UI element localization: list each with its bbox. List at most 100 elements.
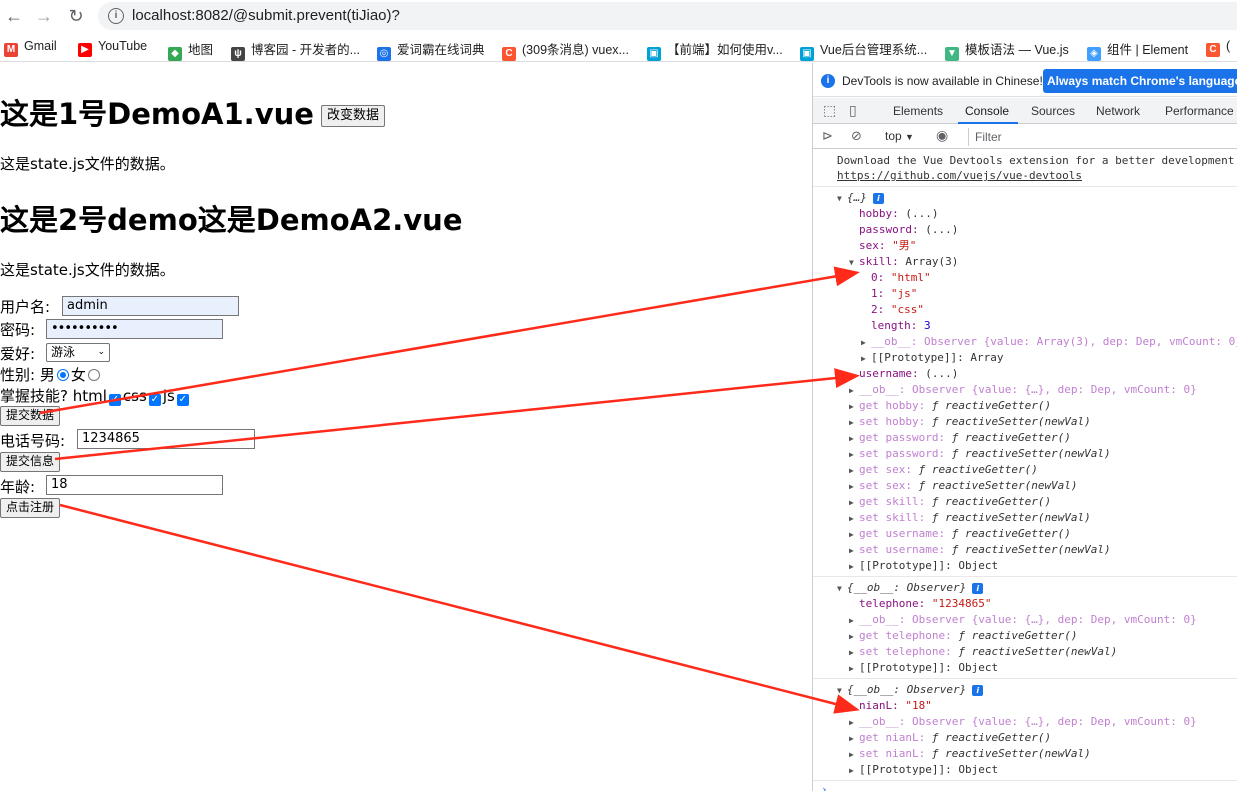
forward-icon[interactable]: →: [32, 4, 56, 28]
collapsed-triangle-icon: ▶: [861, 338, 866, 347]
collapsed-triangle-icon: ▶: [849, 616, 854, 625]
skill-css-checkbox[interactable]: ✓: [148, 394, 161, 406]
back-icon[interactable]: ←: [2, 4, 26, 28]
age-input[interactable]: 18: [46, 475, 223, 495]
skill-html-checkbox[interactable]: ✓: [108, 394, 121, 406]
submit-data-button[interactable]: 提交数据: [0, 406, 61, 426]
tab-elements[interactable]: Elements: [893, 104, 943, 118]
obj2-observer[interactable]: ▶ __ob__: Observer {value: {…}, dep: Dep,…: [849, 612, 1197, 628]
console-toolbar: ⊳ ⊘ top ▼ ◉ Filter: [813, 125, 1237, 149]
accessor-value: ƒ reactiveSetter(newVal): [931, 511, 1091, 524]
prop-skill[interactable]: ▼ skill: Array(3): [849, 254, 958, 270]
info-icon: i: [821, 74, 835, 88]
accessor-row[interactable]: ▶ set hobby: ƒ reactiveSetter(newVal): [849, 414, 1091, 430]
tab-console[interactable]: Console: [965, 104, 1009, 118]
accessor-value: ƒ reactiveGetter(): [931, 495, 1052, 508]
password-label: 密码:: [0, 321, 36, 339]
clear-console-icon[interactable]: ⊘: [851, 128, 862, 144]
live-expression-eye-icon[interactable]: ◉: [936, 127, 948, 144]
bookmark-label: YouTube: [98, 39, 148, 53]
console-filter-input[interactable]: Filter: [968, 128, 1237, 146]
accessor-row[interactable]: ▶ get skill: ƒ reactiveGetter(): [849, 494, 1051, 510]
tab-sources[interactable]: Sources: [1031, 104, 1075, 118]
console-object-1-header[interactable]: ▼ {…} i: [837, 190, 884, 206]
bookmark-item[interactable]: M Gmail: [4, 39, 57, 57]
obj1-prototype[interactable]: ▶ [[Prototype]]: Object: [849, 558, 998, 574]
match-language-button[interactable]: Always match Chrome's language: [1043, 69, 1237, 93]
collapsed-triangle-icon: ▶: [849, 482, 854, 491]
accessor-row[interactable]: ▶ set username: ƒ reactiveSetter(newVal): [849, 542, 1111, 558]
accessor-value: ƒ reactiveSetter(newVal): [951, 543, 1111, 556]
tab-performance[interactable]: Performance: [1165, 104, 1234, 118]
obj3-getter[interactable]: ▶ get nianL: ƒ reactiveGetter(): [849, 730, 1051, 746]
accessor-row[interactable]: ▶ get username: ƒ reactiveGetter(): [849, 526, 1071, 542]
obj3-prototype[interactable]: ▶ [[Prototype]]: Object: [849, 762, 998, 778]
accessor-row[interactable]: ▶ set password: ƒ reactiveSetter(newVal): [849, 446, 1111, 462]
skill-length: length: 3: [871, 319, 931, 332]
password-input[interactable]: ••••••••••: [46, 319, 223, 339]
site-info-icon[interactable]: i: [108, 8, 124, 24]
bookmark-item[interactable]: ▶ YouTube: [78, 39, 147, 57]
prop-password[interactable]: password: (...): [859, 222, 958, 238]
username-input[interactable]: admin: [62, 296, 239, 316]
context-selector[interactable]: top ▼: [885, 129, 914, 143]
obj1-observer[interactable]: ▶ __ob__: Observer {value: {…}, dep: Dep,…: [849, 382, 1197, 398]
bookmark-item[interactable]: ◈ 组件 | Element: [1087, 39, 1188, 61]
devtools-panel: i DevTools is now available in Chinese! …: [812, 63, 1237, 791]
change-data-button[interactable]: 改变数据: [321, 105, 386, 127]
accessor-row[interactable]: ▶ set skill: ƒ reactiveSetter(newVal): [849, 510, 1091, 526]
obj2-setter[interactable]: ▶ set telephone: ƒ reactiveSetter(newVal): [849, 644, 1117, 660]
bookmark-item[interactable]: ▣ 【前端】如何使用v...: [647, 39, 783, 61]
inspect-element-icon[interactable]: ⬚: [823, 102, 836, 119]
accessor-row[interactable]: ▶ set sex: ƒ reactiveSetter(newVal): [849, 478, 1078, 494]
console-object-3-header[interactable]: ▼ {__ob__: Observer} i: [837, 682, 984, 698]
skill-css-label: css: [122, 387, 147, 405]
accessor-row[interactable]: ▶ get password: ƒ reactiveGetter(): [849, 430, 1071, 446]
sidebar-toggle-icon[interactable]: ⊳: [822, 128, 833, 144]
accessor-row[interactable]: ▶ get sex: ƒ reactiveGetter(): [849, 462, 1038, 478]
iciba-icon: ◎: [377, 47, 391, 61]
bookmark-item[interactable]: ◆ 地图: [168, 39, 213, 61]
phone-input[interactable]: 1234865: [77, 429, 255, 449]
bookmark-item[interactable]: ▼ 模板语法 — Vue.js: [945, 39, 1069, 61]
obj3-observer[interactable]: ▶ __ob__: Observer {value: {…}, dep: Dep,…: [849, 714, 1197, 730]
gender-male-radio[interactable]: [56, 369, 69, 381]
username-label: 用户名:: [0, 298, 51, 316]
vue-devtools-link[interactable]: https://github.com/vuejs/vue-devtools: [837, 168, 1082, 184]
state-text-1: 这是state.js文件的数据。: [0, 155, 175, 173]
obj2-getter[interactable]: ▶ get telephone: ƒ reactiveGetter(): [849, 628, 1078, 644]
skill-item-1: 1: "js": [871, 287, 918, 300]
prop-username[interactable]: username: (...): [859, 366, 958, 382]
bookmark-item[interactable]: C (309条消息) vuex...: [502, 39, 629, 61]
reload-icon[interactable]: ↻: [64, 4, 88, 28]
bookmark-item[interactable]: ◎ 爱词霸在线词典: [377, 39, 485, 61]
prop-hobby[interactable]: hobby: (...): [859, 206, 939, 222]
accessor-key: get hobby:: [859, 399, 926, 412]
skill-observer[interactable]: ▶ __ob__: Observer {value: Array(3), dep:…: [861, 334, 1237, 350]
gender-male-label: 男: [39, 366, 55, 384]
skill-js-checkbox[interactable]: ✓: [176, 394, 189, 406]
obj3-setter[interactable]: ▶ set nianL: ƒ reactiveSetter(newVal): [849, 746, 1091, 762]
bookmark-item[interactable]: C(: [1206, 39, 1230, 57]
url-text[interactable]: localhost:8082/@submit.prevent(tiJiao)?: [132, 7, 400, 24]
skill-prototype[interactable]: ▶ [[Prototype]]: Array: [861, 350, 1003, 366]
console-prompt-icon[interactable]: ›: [821, 782, 828, 791]
console-object-2-header[interactable]: ▼ {__ob__: Observer} i: [837, 580, 984, 596]
bookmark-item[interactable]: ▣ Vue后台管理系统...: [800, 39, 927, 61]
tab-network[interactable]: Network: [1096, 104, 1140, 118]
submit-info-button[interactable]: 提交信息: [0, 452, 61, 472]
bookmark-label: Vue后台管理系统...: [820, 43, 928, 57]
gmail-icon: M: [4, 43, 18, 57]
device-toolbar-icon[interactable]: ▯: [849, 102, 857, 119]
prop-telephone: telephone: "1234865": [859, 597, 992, 610]
accessor-row[interactable]: ▶ get hobby: ƒ reactiveGetter(): [849, 398, 1051, 414]
element-icon: ◈: [1087, 47, 1101, 61]
bookmarks-bar: M Gmail ▶ YouTube ◆ 地图 ψ 博客园 - 开发者的... ◎ 爱词霸在线词典 C…: [0, 32, 1237, 62]
gender-female-radio[interactable]: [87, 369, 100, 381]
expand-triangle-icon: ▼: [837, 686, 842, 695]
obj2-prototype[interactable]: ▶ [[Prototype]]: Object: [849, 660, 998, 676]
hobby-select[interactable]: 游泳 ⌄: [46, 343, 110, 362]
address-bar[interactable]: i localhost:8082/@submit.prevent(tiJiao)…: [98, 2, 1237, 30]
register-button[interactable]: 点击注册: [0, 498, 61, 518]
bookmark-item[interactable]: ψ 博客园 - 开发者的...: [231, 39, 360, 61]
